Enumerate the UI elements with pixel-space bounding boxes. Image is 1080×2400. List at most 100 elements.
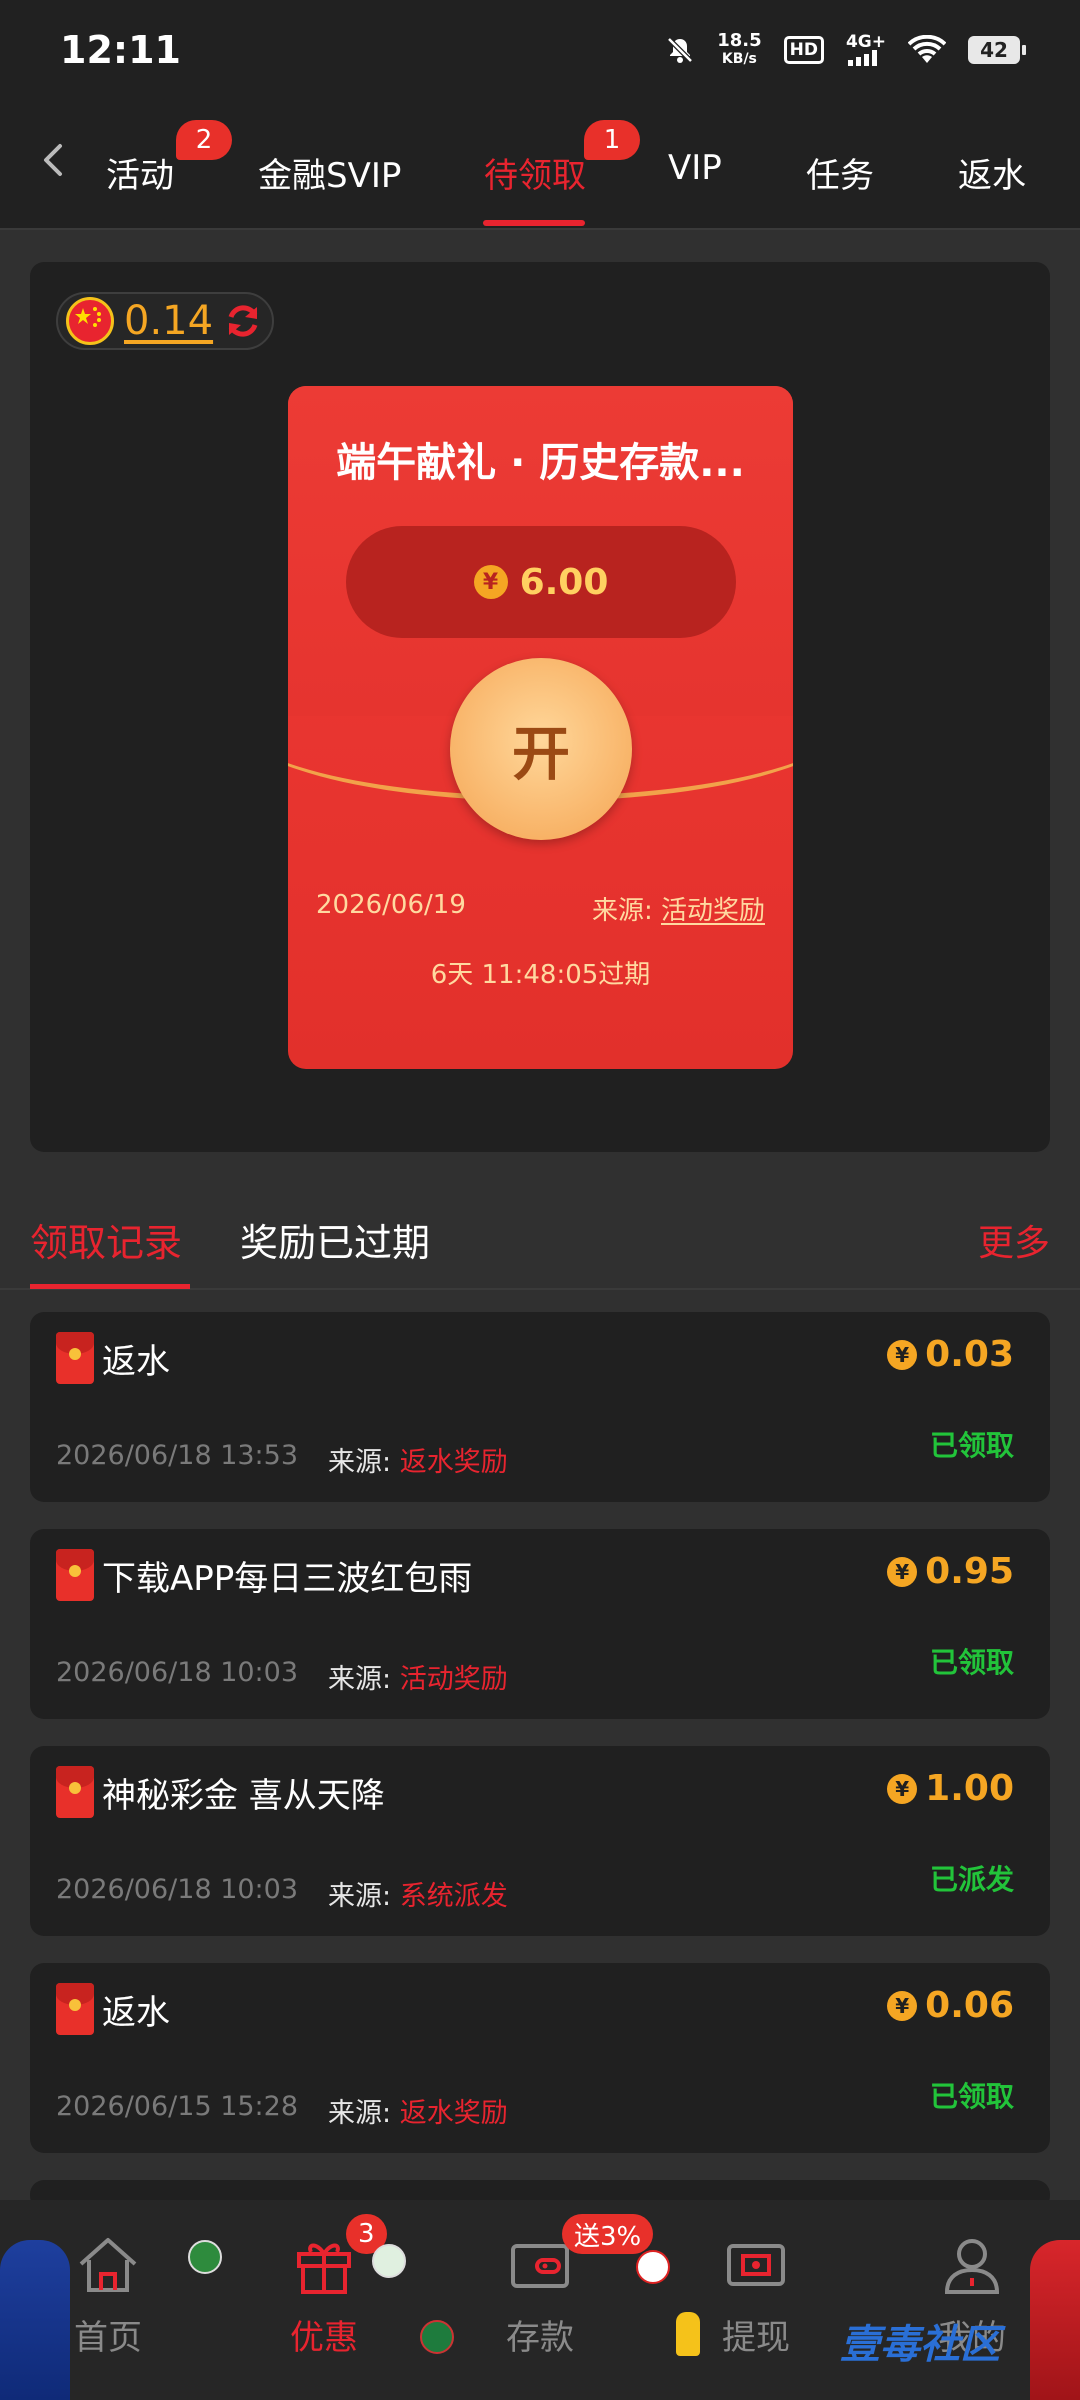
record-source-value: 活动奖励: [399, 1664, 508, 1695]
tab-vip[interactable]: VIP: [668, 148, 722, 188]
top-tab-bar: 活动 2 金融SVIP 待领取 1 VIP 任务 返水: [0, 100, 1080, 230]
yuan-coin-icon: ¥: [887, 1339, 918, 1370]
record-row[interactable]: 下载APP每日三波红包雨 ¥0.95 2026/06/18 10:03 来源: …: [30, 1529, 1050, 1719]
tab-expired-rewards[interactable]: 奖励已过期: [240, 1212, 430, 1267]
speed-unit: KB/s: [721, 51, 757, 67]
wifi-icon: [908, 35, 946, 65]
tab-claim-records[interactable]: 领取记录: [30, 1212, 182, 1267]
soccer-player-left-icon: [0, 2240, 70, 2400]
deposit-bonus-badge: 送3%: [562, 2214, 654, 2254]
more-link[interactable]: 更多: [978, 1214, 1050, 1266]
record-amount: ¥0.06: [887, 1985, 1014, 2026]
record-source-label: 来源:: [328, 1881, 392, 1912]
record-time: 2026/06/18 13:53: [56, 1440, 299, 1471]
nav-deposit-label: 存款: [506, 2318, 574, 2358]
record-amount: ¥0.03: [887, 1334, 1014, 1375]
record-amount-value: 1.00: [925, 1768, 1014, 1809]
status-time: 12:11: [60, 28, 181, 72]
record-source-value: 系统派发: [399, 1881, 508, 1912]
yuan-coin-icon: ¥: [887, 1556, 918, 1587]
record-row[interactable]: 神秘彩金 喜从天降 ¥1.00 2026/06/18 10:03 来源: 系统派…: [30, 1746, 1050, 1936]
balance-amount: 0.14: [124, 298, 214, 344]
withdraw-icon: [727, 2244, 785, 2286]
red-packet-date: 2026/06/19: [316, 890, 466, 920]
record-status: 已领取: [929, 1646, 1014, 1679]
record-time: 2026/06/18 10:03: [56, 1657, 299, 1688]
tab-pending[interactable]: 待领取: [484, 148, 586, 197]
back-arrow-icon[interactable]: [34, 140, 74, 180]
flag-ball-icon: [420, 2320, 454, 2354]
network-speed: 18.5 KB/s: [717, 32, 761, 68]
record-row[interactable]: 返水 ¥0.03 2026/06/18 13:53 来源: 返水奖励 已领取: [30, 1312, 1050, 1502]
record-source-label: 来源:: [328, 1447, 392, 1478]
status-icons: 18.5 KB/s HD 4G+ 42: [665, 32, 1026, 68]
record-source-value: 返水奖励: [399, 2098, 508, 2129]
tab-activity-badge: 2: [176, 120, 232, 160]
flag-ball-icon: [188, 2240, 222, 2274]
record-title: 神秘彩金 喜从天降: [102, 1776, 385, 1816]
record-tabs: 领取记录 奖励已过期 更多: [0, 1180, 1080, 1290]
nav-withdraw[interactable]: 提现: [696, 2230, 816, 2359]
record-status: 已领取: [929, 2080, 1014, 2113]
record-source: 来源: 活动奖励: [328, 1657, 508, 1696]
tab-activity[interactable]: 活动: [106, 148, 174, 197]
watermark-logo: 壹毒社区: [840, 2322, 1000, 2368]
refresh-icon[interactable]: [223, 301, 263, 341]
balance-pill[interactable]: 0.14: [56, 292, 274, 350]
signal-icon: 4G+: [846, 34, 886, 66]
bottom-navigation: 首页 优惠 3 存款 送3% 提现 我的: [0, 2200, 1080, 2400]
record-source-label: 来源:: [328, 2098, 392, 2129]
record-amount: ¥1.00: [887, 1768, 1014, 1809]
red-envelope-icon: [56, 1549, 94, 1601]
record-amount-value: 0.03: [925, 1334, 1014, 1375]
record-title: 下载APP每日三波红包雨: [102, 1559, 473, 1599]
status-bar: 12:11 18.5 KB/s HD 4G+ 42: [0, 0, 1080, 100]
source-link[interactable]: 活动奖励: [661, 896, 765, 926]
tab-rebate[interactable]: 返水: [958, 148, 1026, 197]
record-status: 已派发: [929, 1863, 1014, 1896]
source-label: 来源:: [591, 896, 653, 926]
record-title: 返水: [102, 1342, 170, 1382]
hd-icon: HD: [783, 36, 824, 64]
red-packet-amount-pill: ¥ 6.00: [346, 526, 736, 638]
active-tab-indicator: [483, 220, 585, 226]
tab-finance-svip[interactable]: 金融SVIP: [258, 148, 401, 197]
record-amount: ¥0.95: [887, 1551, 1014, 1592]
record-amount-value: 0.06: [925, 1985, 1014, 2026]
record-row[interactable]: 返水 ¥0.06 2026/06/15 15:28 来源: 返水奖励 已领取: [30, 1963, 1050, 2153]
yuan-coin-icon: ¥: [887, 1990, 918, 2021]
nav-promotions-label: 优惠: [290, 2318, 358, 2358]
home-icon: [79, 2238, 137, 2292]
record-status: 已领取: [929, 1429, 1014, 1462]
open-red-packet-button[interactable]: 开: [450, 658, 632, 840]
record-amount-value: 0.95: [925, 1551, 1014, 1592]
tab-tasks[interactable]: 任务: [806, 148, 874, 197]
red-packet-amount: 6.00: [519, 561, 609, 603]
soccer-ball-icon: [372, 2244, 406, 2278]
red-packet-source: 来源: 活动奖励: [592, 890, 765, 927]
user-icon: [944, 2239, 1000, 2294]
record-source: 来源: 返水奖励: [328, 2091, 508, 2130]
nav-withdraw-label: 提现: [722, 2318, 790, 2358]
record-time: 2026/06/18 10:03: [56, 1874, 299, 1905]
battery-icon: 42: [968, 36, 1026, 64]
tab-pending-badge: 1: [584, 120, 640, 160]
network-type: 4G+: [845, 32, 886, 52]
china-flag-icon: [66, 297, 114, 345]
flag-ball-icon: [636, 2250, 670, 2284]
red-packet-card[interactable]: 端午献礼 · 历史存款... ¥ 6.00 开 2026/06/19 来源: 活…: [288, 386, 793, 1069]
red-envelope-icon: [56, 1766, 94, 1818]
mute-bell-icon: [665, 35, 695, 65]
record-title: 返水: [102, 1993, 170, 2033]
record-source-value: 返水奖励: [399, 1447, 508, 1478]
record-source: 来源: 返水奖励: [328, 1440, 508, 1479]
red-packet-title: 端午献礼 · 历史存款...: [336, 440, 745, 486]
soccer-player-right-icon: [1030, 2240, 1080, 2400]
record-source-label: 来源:: [328, 1664, 392, 1695]
speed-value: 18.5: [717, 30, 762, 51]
yuan-coin-icon: ¥: [473, 565, 508, 599]
record-tab-indicator: [30, 1284, 190, 1289]
record-source: 来源: 系统派发: [328, 1874, 508, 1913]
red-envelope-icon: [56, 1983, 94, 2035]
record-time: 2026/06/15 15:28: [56, 2091, 299, 2122]
